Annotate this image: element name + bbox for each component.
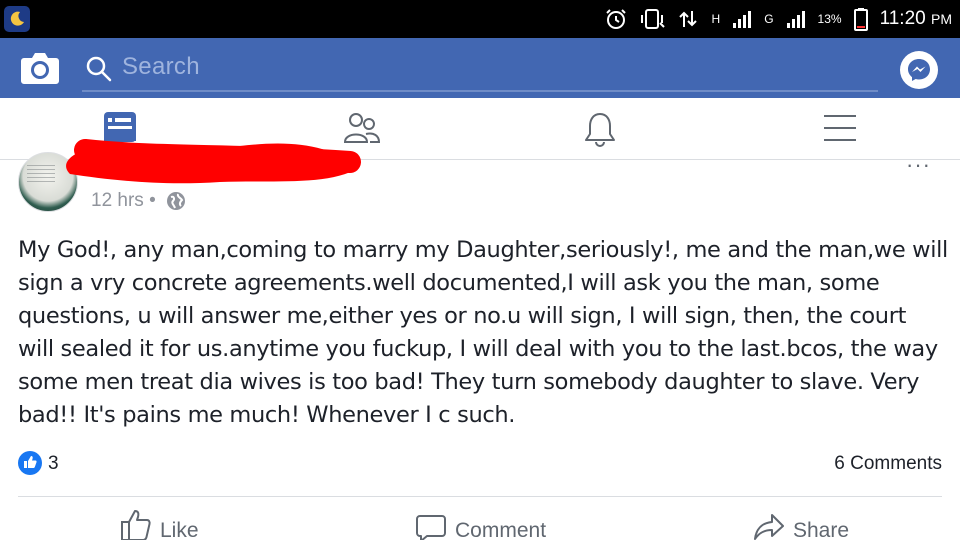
vibrate-icon: [640, 9, 665, 29]
battery-icon: [853, 8, 868, 31]
tab-menu[interactable]: [780, 98, 900, 158]
data-arrows-icon: [678, 11, 697, 27]
post-body-text: My God!, any man,coming to marry my Daug…: [18, 237, 948, 428]
network-type-2: G: [764, 12, 774, 26]
alarm-icon: [605, 9, 626, 29]
network-type-1: H: [711, 12, 721, 26]
globe-icon: [167, 192, 185, 210]
search-bar[interactable]: Search: [82, 46, 878, 92]
status-icons: H G 13% 11:20 PM: [604, 0, 952, 38]
post-divider: [18, 496, 942, 497]
comment-label: Comment: [455, 519, 547, 540]
status-bar: H G 13% 11:20 PM: [0, 0, 960, 38]
thumbs-up-icon: [24, 456, 37, 468]
tab-notifications[interactable]: [540, 98, 660, 158]
comment-bubble-icon: [416, 515, 446, 540]
comment-button[interactable]: Comment: [415, 508, 546, 540]
post-options-button[interactable]: ···: [906, 152, 931, 178]
like-label: Like: [160, 519, 199, 540]
night-mode-app-icon: [4, 6, 30, 32]
share-arrow-icon: [754, 514, 784, 540]
thumbs-up-outline-icon: [121, 510, 151, 540]
share-button[interactable]: Share: [753, 508, 849, 540]
clock: 11:20 PM: [879, 8, 952, 29]
hamburger-menu-icon: [824, 115, 856, 141]
reaction-count[interactable]: 3: [48, 453, 59, 475]
search-icon: [86, 56, 112, 82]
post-timestamp[interactable]: 12 hrs •: [91, 190, 156, 212]
like-reaction-badge[interactable]: [18, 451, 42, 475]
camera-button[interactable]: [20, 50, 60, 86]
search-input[interactable]: Search: [122, 53, 200, 81]
bell-icon: [585, 113, 615, 147]
search-header: Search: [0, 38, 960, 98]
messenger-icon: [908, 59, 930, 81]
redaction-scribble: [66, 139, 361, 184]
comments-count-link[interactable]: 6 Comments: [834, 453, 942, 475]
like-button[interactable]: Like: [120, 508, 199, 540]
messenger-button[interactable]: [900, 51, 938, 89]
signal-icon-1: [733, 11, 752, 28]
signal-icon-2: [786, 11, 805, 28]
share-label: Share: [793, 519, 850, 540]
battery-percent: 13%: [817, 12, 842, 26]
camera-icon: [21, 53, 59, 84]
